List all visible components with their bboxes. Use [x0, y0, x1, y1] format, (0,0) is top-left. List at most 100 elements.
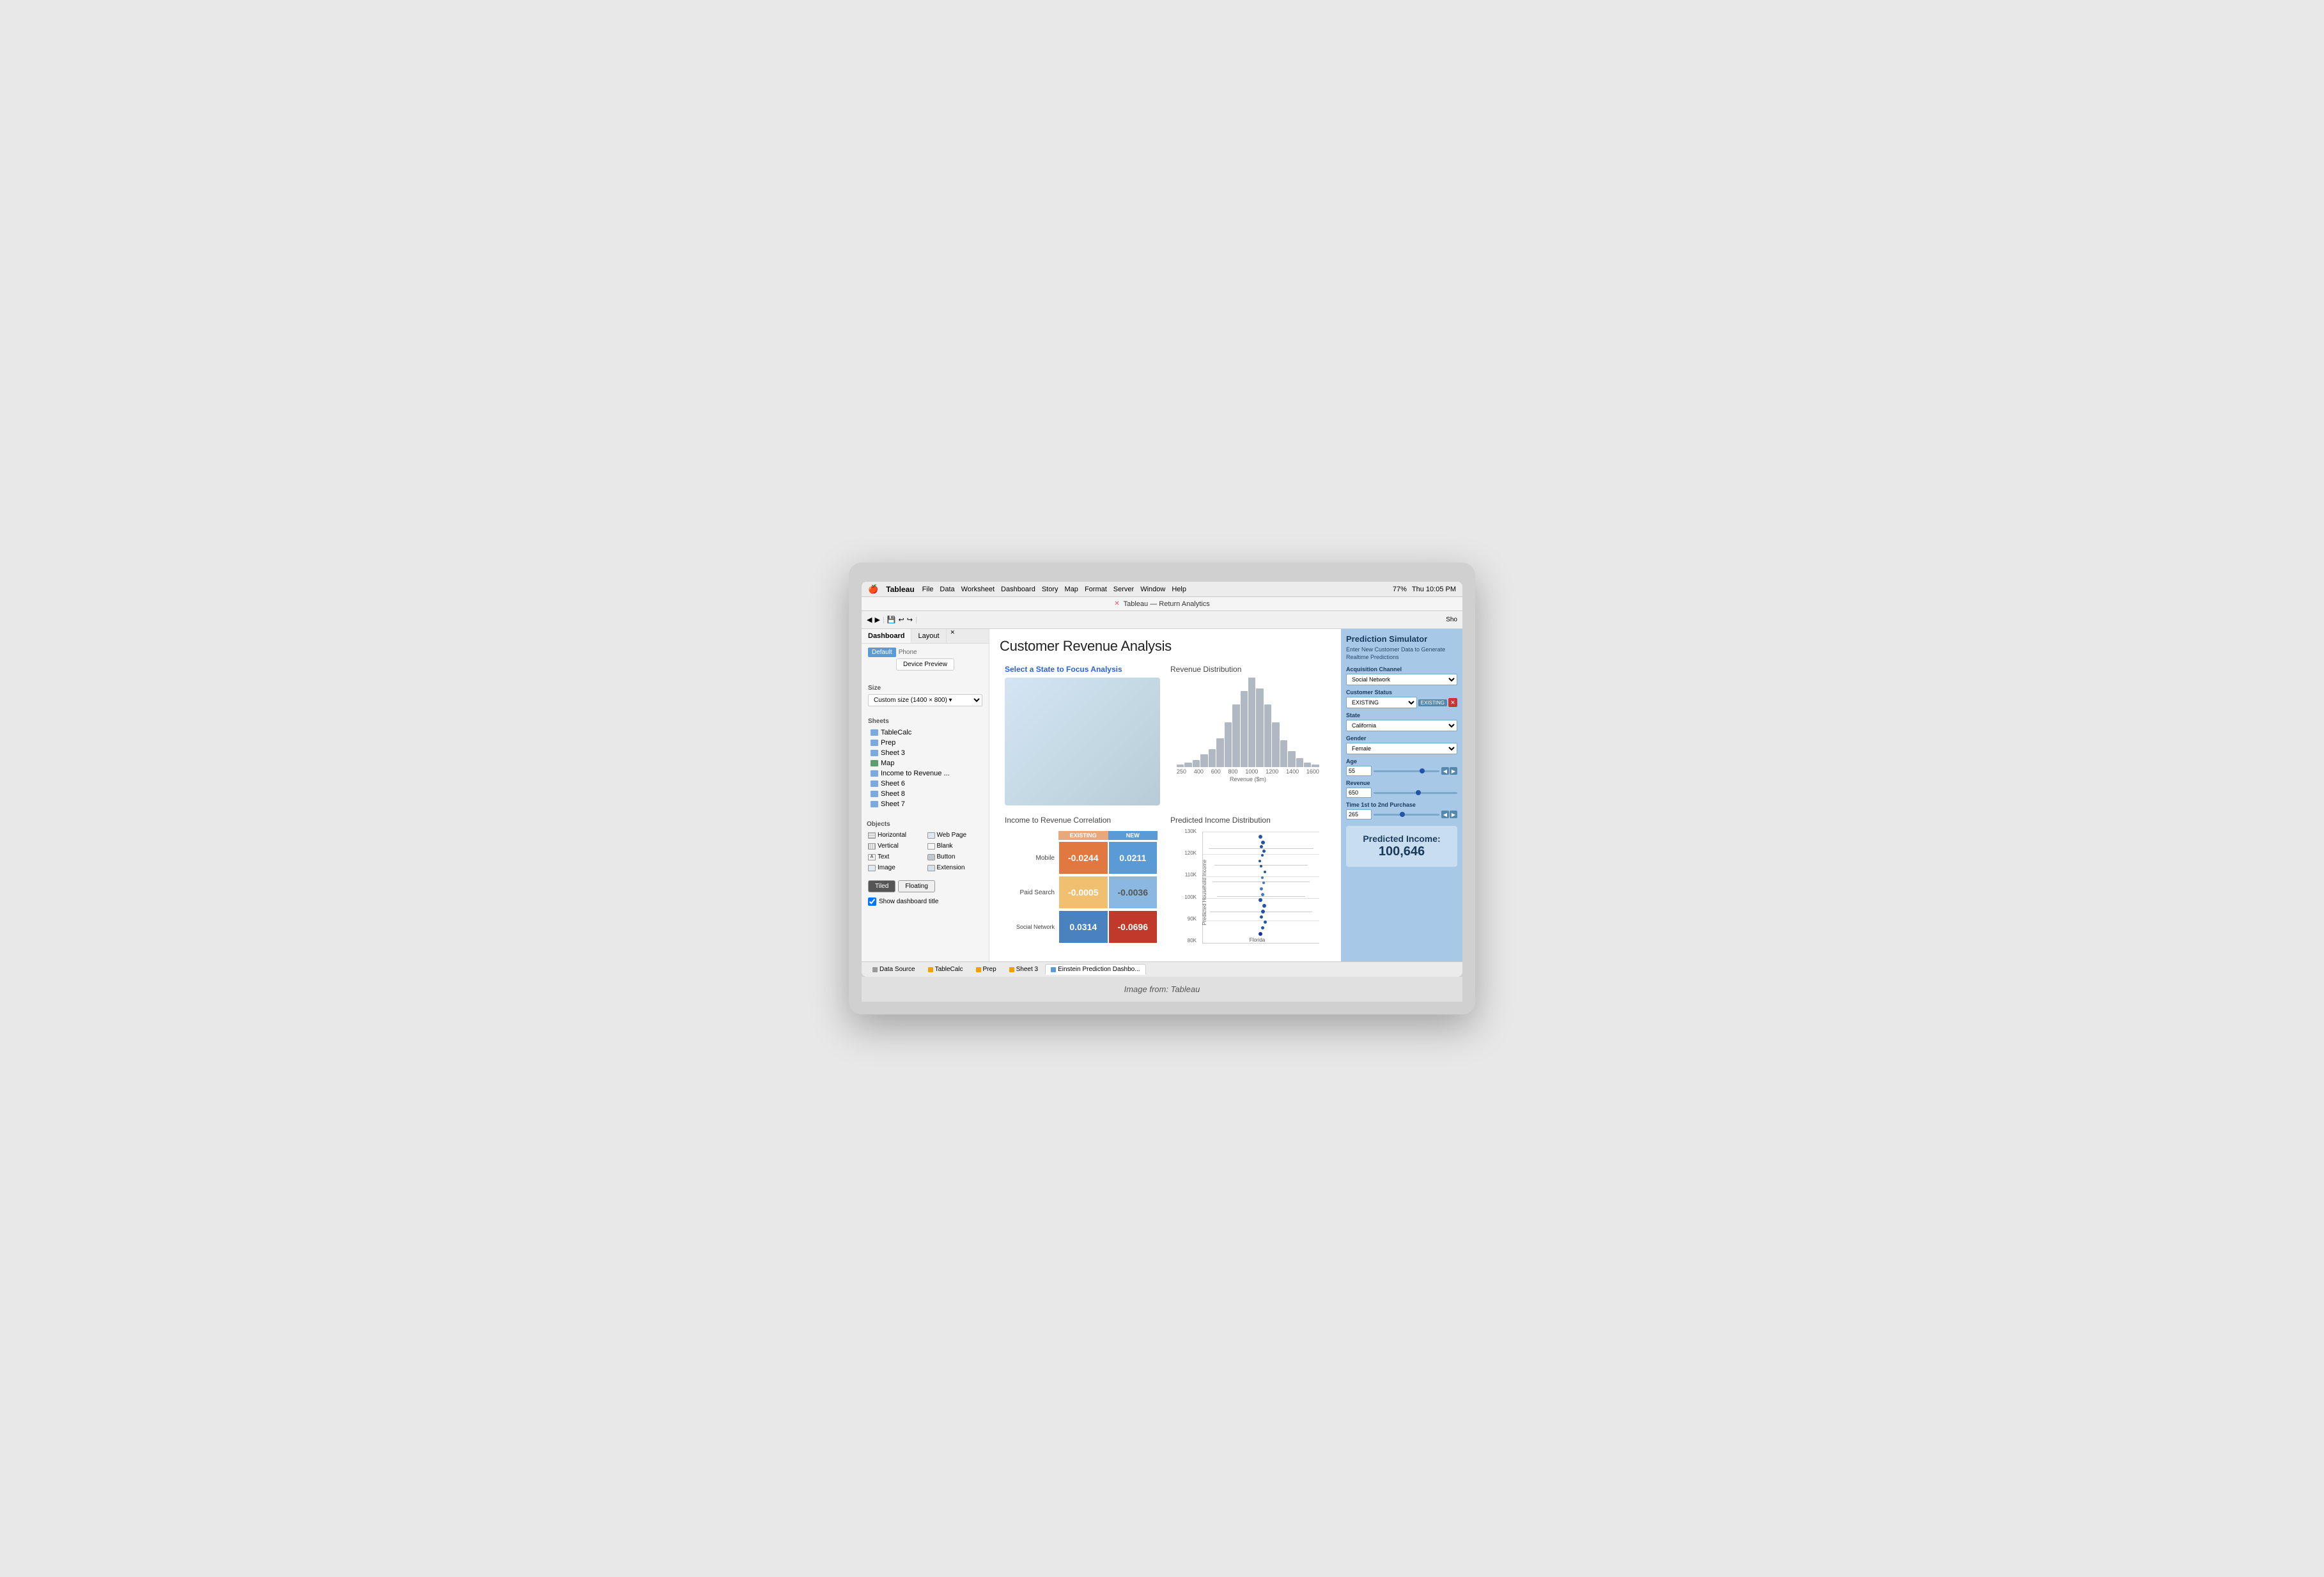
hist-bar-12 — [1264, 704, 1271, 767]
toolbar-undo[interactable]: ↩ — [899, 616, 904, 624]
btab-label-einstein: Einstein Prediction Dashbo... — [1058, 966, 1140, 973]
sheet-sheet7[interactable]: Sheet 7 — [868, 799, 982, 809]
scatter-plot-area: Florida — [1202, 832, 1319, 944]
menu-story[interactable]: Story — [1042, 586, 1058, 593]
sheet-sheet6[interactable]: Sheet 6 — [868, 779, 982, 789]
age-slider[interactable] — [1374, 770, 1439, 772]
hist-bar-18 — [1312, 765, 1319, 767]
toolbar-save[interactable]: 💾 — [887, 616, 896, 624]
x-label-600: 600 — [1211, 768, 1221, 775]
show-title-checkbox[interactable] — [868, 897, 876, 906]
menu-dashboard[interactable]: Dashboard — [1001, 586, 1035, 593]
select-acquisition[interactable]: Social Network — [1346, 674, 1457, 685]
sheet-icon-map — [871, 760, 878, 766]
select-customer-status[interactable]: EXISTING — [1346, 697, 1417, 708]
select-state[interactable]: California — [1346, 720, 1457, 731]
toolbar-show[interactable]: Sho — [1446, 616, 1457, 623]
pred-result: Predicted Income: 100,646 — [1346, 826, 1457, 867]
obj-webpage[interactable]: Web Page — [926, 830, 984, 840]
obj-text[interactable]: A Text — [867, 852, 925, 862]
label-acquisition: Acquisition Channel — [1346, 666, 1457, 672]
tab-dashboard[interactable]: Dashboard — [862, 629, 911, 643]
toolbar-forward[interactable]: ▶ — [874, 616, 879, 624]
btab-dot-sheet3 — [1009, 967, 1014, 972]
tab-close[interactable]: ✕ — [1114, 600, 1119, 607]
hist-bar-17 — [1304, 763, 1311, 767]
image-caption: Image from: Tableau — [862, 977, 1462, 1002]
obj-webpage-icon — [927, 832, 935, 839]
age-arrow-left[interactable]: ◀ — [1441, 767, 1449, 775]
device-preview-btn[interactable]: Device Preview — [896, 658, 954, 671]
window-title: Tableau — Return Analytics — [1124, 600, 1210, 608]
floating-btn[interactable]: Floating — [898, 880, 935, 892]
btab-einstein[interactable]: Einstein Prediction Dashbo... — [1045, 964, 1145, 975]
btab-label-tablecalc: TableCalc — [935, 966, 963, 973]
cell-mobile-new: 0.0211 — [1109, 842, 1158, 874]
obj-image[interactable]: Image — [867, 863, 925, 873]
toolbar-back[interactable]: ◀ — [867, 616, 872, 624]
scatter-dot-15 — [1261, 910, 1265, 913]
scatter-dot-17 — [1264, 921, 1267, 924]
customer-status-close[interactable]: ✕ — [1448, 698, 1457, 707]
time-slider-thumb — [1400, 812, 1405, 817]
time-slider[interactable] — [1374, 814, 1439, 816]
y-120k: 120K — [1184, 850, 1197, 856]
x-label-1200: 1200 — [1266, 768, 1278, 775]
btab-sheet3[interactable]: Sheet 3 — [1003, 964, 1044, 975]
toolbar-redo[interactable]: ↪ — [907, 616, 913, 624]
obj-button[interactable]: Button — [926, 852, 984, 862]
btab-dot-tablecalc — [928, 967, 933, 972]
tableau-toolbar: ◀ ▶ | 💾 ↩ ↪ | Sho — [862, 611, 1462, 629]
sheet-sheet3[interactable]: Sheet 3 — [868, 748, 982, 758]
obj-extension[interactable]: Extension — [926, 863, 984, 873]
age-arrows: ◀ ▶ — [1441, 767, 1457, 775]
mac-menubar: 🍎 Tableau File Data Worksheet Dashboard … — [862, 582, 1462, 597]
age-input[interactable] — [1346, 766, 1372, 776]
time-arrow-left[interactable]: ◀ — [1441, 811, 1449, 818]
menu-data[interactable]: Data — [940, 586, 954, 593]
sheet-prep[interactable]: Prep — [868, 738, 982, 748]
obj-blank-icon — [927, 843, 935, 850]
btab-dot-einstein — [1051, 967, 1056, 972]
x-label-800: 800 — [1228, 768, 1238, 775]
revenue-slider[interactable] — [1374, 792, 1457, 794]
time-display: Thu 10:05 PM — [1412, 586, 1456, 593]
obj-horizontal[interactable]: Horizontal — [867, 830, 925, 840]
map-container[interactable]: United States © 2021 Mapbox © OpenStreet… — [1005, 678, 1160, 805]
customer-status-badge: EXISTING — [1418, 699, 1447, 706]
btab-tablecalc[interactable]: TableCalc — [922, 964, 969, 975]
sheet-icon-sheet6 — [871, 781, 878, 787]
sidebar-close[interactable]: ✕ — [950, 629, 956, 643]
menu-help[interactable]: Help — [1172, 586, 1186, 593]
tiled-btn[interactable]: Tiled — [868, 880, 895, 892]
obj-blank[interactable]: Blank — [926, 841, 984, 851]
tableau-titlebar: ✕ Tableau — Return Analytics — [862, 597, 1462, 611]
size-select[interactable]: Custom size (1400 × 800) ▾ — [868, 694, 982, 706]
y-110k: 110K — [1185, 872, 1197, 878]
btab-prep[interactable]: Prep — [970, 964, 1002, 975]
select-gender[interactable]: Female — [1346, 743, 1457, 754]
hist-bar-9 — [1241, 691, 1248, 767]
revenue-input[interactable] — [1346, 788, 1372, 798]
time-input[interactable] — [1346, 809, 1372, 820]
menu-window[interactable]: Window — [1140, 586, 1165, 593]
obj-horizontal-icon — [868, 832, 876, 839]
menu-file[interactable]: File — [922, 586, 934, 593]
show-title-label: Show dashboard title — [879, 898, 938, 905]
cell-paidsearch-existing: -0.0005 — [1059, 876, 1108, 908]
age-arrow-right[interactable]: ▶ — [1450, 767, 1457, 775]
sidebar-tabs: Dashboard Layout ✕ — [862, 629, 989, 644]
obj-vertical[interactable]: Vertical — [867, 841, 925, 851]
tab-layout[interactable]: Layout — [911, 629, 946, 643]
menu-server[interactable]: Server — [1113, 586, 1134, 593]
menu-format[interactable]: Format — [1085, 586, 1107, 593]
sheet-sheet8[interactable]: Sheet 8 — [868, 789, 982, 799]
btab-datasource[interactable]: Data Source — [867, 964, 921, 975]
sheet-tablecalc[interactable]: TableCalc — [868, 727, 982, 738]
sheet-income[interactable]: Income to Revenue ... — [868, 768, 982, 779]
time-arrow-right[interactable]: ▶ — [1450, 811, 1457, 818]
menu-map[interactable]: Map — [1065, 586, 1078, 593]
menu-worksheet[interactable]: Worksheet — [961, 586, 995, 593]
scatter-dot-5 — [1261, 854, 1264, 857]
sheet-map[interactable]: Map — [868, 758, 982, 768]
